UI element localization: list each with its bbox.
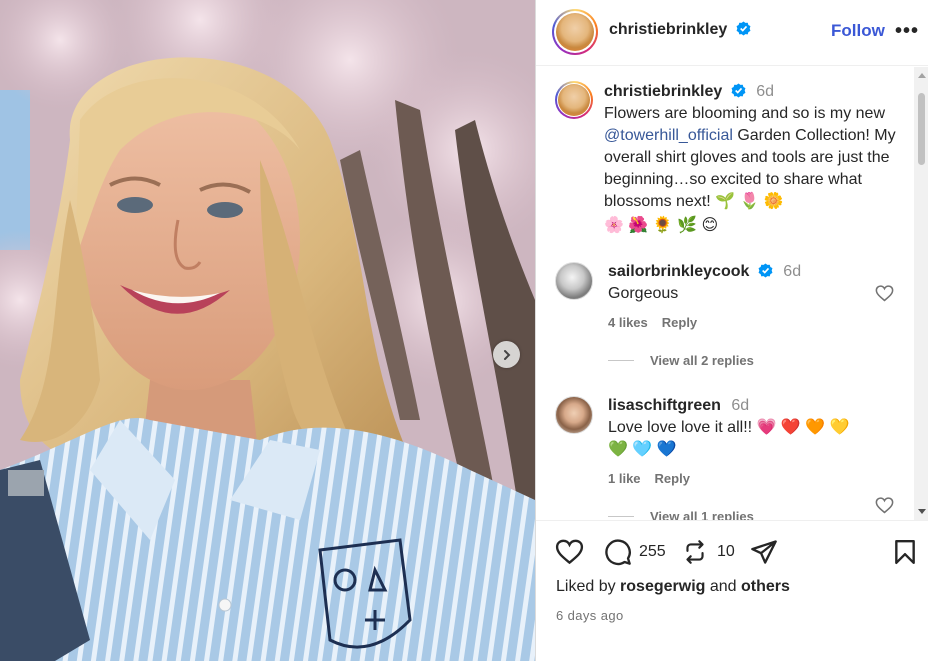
comments-scrollbar[interactable] bbox=[914, 67, 928, 520]
like-heart-icon[interactable] bbox=[555, 539, 584, 565]
view-replies-row[interactable]: View all 2 replies bbox=[608, 352, 898, 370]
post-actions: 255 10 Liked by rosegerwig and others 6 … bbox=[536, 520, 928, 661]
reply-button[interactable]: Reply bbox=[655, 471, 690, 486]
comment-text-line2: 💚 🩵 💙 bbox=[608, 441, 677, 458]
comment-count[interactable]: 255 bbox=[639, 543, 666, 561]
comment-likes[interactable]: 1 like bbox=[608, 471, 641, 486]
chevron-right-icon bbox=[503, 349, 510, 360]
heart-icon[interactable] bbox=[875, 285, 894, 302]
heart-icon[interactable] bbox=[875, 497, 894, 514]
commenter-avatar[interactable] bbox=[555, 396, 593, 434]
comments-list[interactable]: christiebrinkley 6d Flowers are blooming… bbox=[536, 67, 914, 520]
comment-icon[interactable] bbox=[604, 538, 632, 566]
caption-avatar[interactable] bbox=[555, 81, 593, 119]
post-date[interactable]: 6 days ago bbox=[556, 608, 624, 623]
comment-text: Love love love it all!! 💗 ❤️ 🧡 💛 bbox=[608, 419, 850, 436]
share-send-icon[interactable] bbox=[750, 539, 778, 565]
liked-by-user-link[interactable]: rosegerwig bbox=[620, 578, 705, 595]
commenter-avatar[interactable] bbox=[555, 262, 593, 300]
header-username[interactable]: christiebrinkley bbox=[609, 21, 727, 38]
selfie-cherry-blossom-image bbox=[0, 0, 535, 661]
post-photo[interactable] bbox=[0, 0, 535, 661]
comment-text: Gorgeous bbox=[608, 285, 679, 302]
post-header: christiebrinkley Follow ••• bbox=[536, 0, 928, 66]
repost-icon[interactable] bbox=[682, 538, 708, 566]
verified-badge-icon bbox=[736, 21, 751, 36]
comment-time[interactable]: 6d bbox=[731, 397, 749, 414]
comment-username[interactable]: lisaschiftgreen bbox=[608, 397, 721, 414]
comment-time[interactable]: 6d bbox=[783, 263, 801, 280]
instagram-post-view: christiebrinkley Follow ••• christiebrin… bbox=[0, 0, 928, 661]
save-bookmark-icon[interactable] bbox=[894, 539, 916, 565]
more-options-icon[interactable]: ••• bbox=[895, 20, 919, 43]
verified-badge-icon bbox=[758, 263, 773, 278]
reply-button[interactable]: Reply bbox=[662, 315, 697, 330]
carousel-next-button[interactable] bbox=[493, 341, 520, 368]
view-replies-button[interactable]: View all 2 replies bbox=[650, 353, 754, 368]
comment-meta: 1 like Reply bbox=[608, 471, 898, 486]
caption-text-start: Flowers are blooming and so is my new bbox=[604, 105, 886, 122]
verified-badge-icon bbox=[731, 83, 746, 98]
caption-body: christiebrinkley 6d Flowers are blooming… bbox=[604, 83, 904, 237]
liked-by-prefix: Liked by bbox=[556, 578, 621, 595]
comment-likes[interactable]: 4 likes bbox=[608, 315, 648, 330]
follow-button[interactable]: Follow bbox=[831, 21, 885, 41]
scroll-down-arrow-icon[interactable] bbox=[918, 509, 926, 514]
comment-body: lisaschiftgreen 6d Love love love it all… bbox=[608, 397, 898, 520]
post-side-panel: christiebrinkley Follow ••• christiebrin… bbox=[535, 0, 928, 661]
view-replies-row[interactable]: View all 1 replies bbox=[608, 508, 898, 520]
replies-divider bbox=[608, 360, 634, 362]
repost-count[interactable]: 10 bbox=[717, 543, 735, 561]
scroll-up-arrow-icon[interactable] bbox=[918, 73, 926, 78]
comment-body: sailorbrinkleycook 6d Gorgeous 4 likes Re… bbox=[608, 263, 898, 370]
view-replies-button[interactable]: View all 1 replies bbox=[650, 509, 754, 520]
replies-divider bbox=[608, 516, 634, 518]
caption-emoji-line: 🌸 🌺 🌻 🌿 😊 bbox=[604, 217, 719, 234]
mention-link[interactable]: @towerhill_official bbox=[604, 127, 733, 144]
comment-meta: 4 likes Reply bbox=[608, 315, 898, 330]
caption-username[interactable]: christiebrinkley bbox=[604, 83, 722, 100]
author-avatar[interactable] bbox=[552, 9, 598, 55]
liked-by-others-link[interactable]: others bbox=[741, 578, 790, 595]
header-username-block: christiebrinkley bbox=[609, 21, 751, 39]
comment-username[interactable]: sailorbrinkleycook bbox=[608, 263, 749, 280]
scrollbar-thumb[interactable] bbox=[918, 93, 925, 165]
caption-text: Flowers are blooming and so is my new @t… bbox=[604, 103, 904, 213]
caption-time[interactable]: 6d bbox=[756, 83, 774, 100]
liked-by-and: and bbox=[705, 578, 741, 595]
liked-by-text: Liked by rosegerwig and others bbox=[556, 578, 790, 596]
